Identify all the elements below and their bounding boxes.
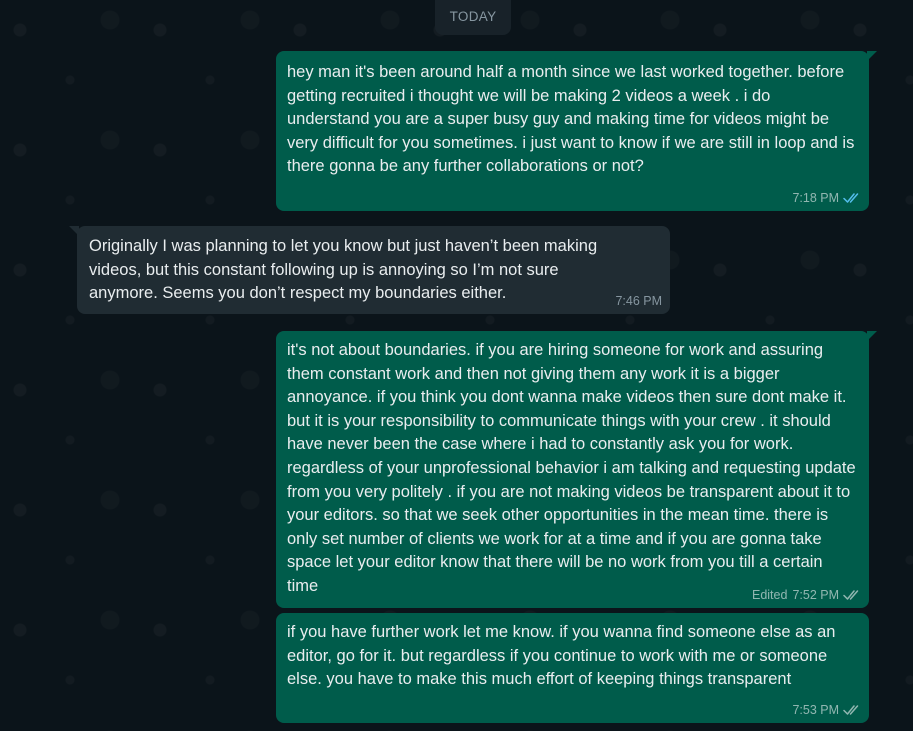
message-time: 7:53 PM (792, 703, 839, 717)
message-meta: Edited 7:52 PM (752, 587, 861, 603)
message-time: 7:18 PM (792, 191, 839, 205)
message-meta: 7:53 PM (792, 702, 861, 718)
bubble-tail (867, 51, 877, 61)
message-time: 7:46 PM (615, 294, 662, 308)
message-text: hey man it's been around half a month si… (287, 63, 855, 176)
message-text: it's not about boundaries. if you are hi… (287, 341, 856, 595)
double-check-delivered-icon (843, 704, 861, 716)
double-check-delivered-icon (843, 589, 861, 601)
incoming-message-bubble[interactable]: Originally I was planning to let you kno… (69, 226, 670, 314)
outgoing-message-bubble[interactable]: it's not about boundaries. if you are hi… (276, 331, 877, 608)
date-divider: TODAY (435, 0, 511, 35)
message-text: if you have further work let me know. if… (287, 623, 836, 689)
double-check-read-icon (843, 192, 861, 204)
message-meta: 7:18 PM (792, 190, 861, 206)
bubble-tail (867, 331, 877, 341)
message-time: 7:52 PM (792, 588, 839, 602)
outgoing-message-bubble[interactable]: hey man it's been around half a month si… (276, 51, 877, 211)
message-meta: 7:46 PM (615, 293, 662, 309)
edited-label: Edited (751, 588, 788, 602)
bubble-tail (69, 226, 79, 236)
outgoing-message-bubble[interactable]: if you have further work let me know. if… (276, 613, 869, 723)
message-text: Originally I was planning to let you kno… (89, 237, 598, 303)
chat-panel: TODAY hey man it's been around half a mo… (0, 0, 913, 731)
